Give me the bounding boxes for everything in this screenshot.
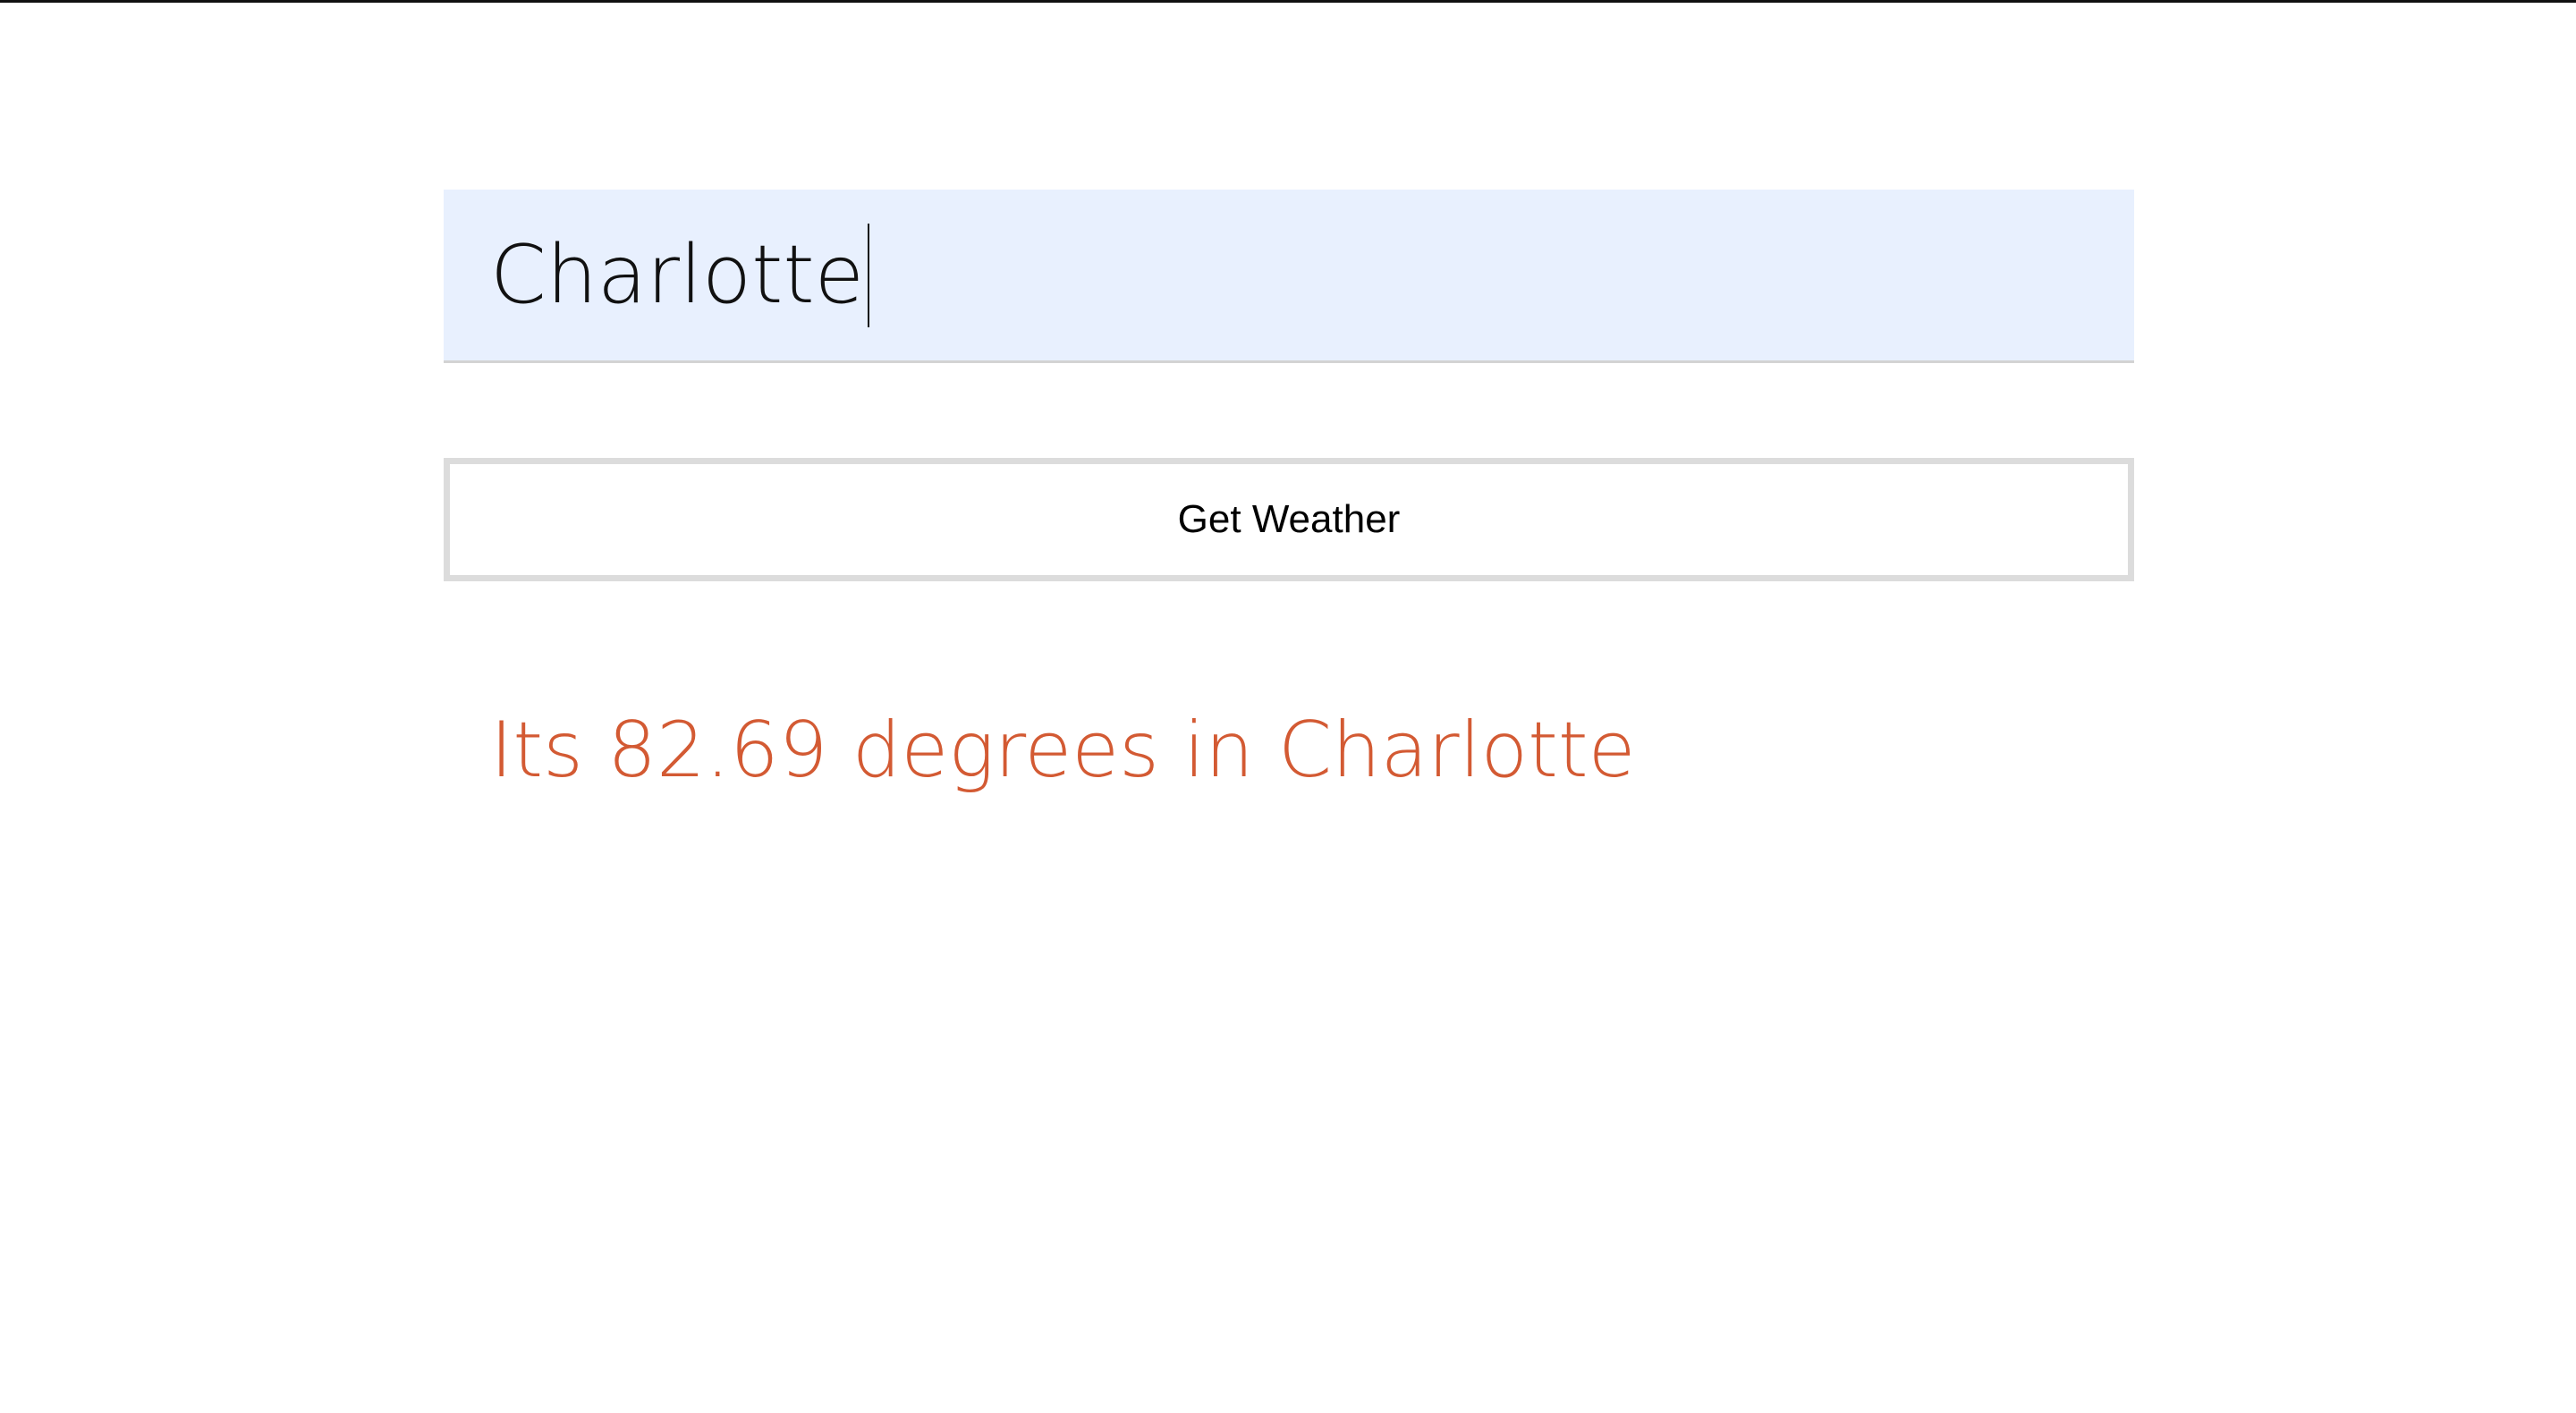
- get-weather-button-label: Get Weather: [1177, 497, 1401, 541]
- get-weather-button[interactable]: Get Weather: [444, 458, 2134, 581]
- text-cursor: [868, 223, 870, 327]
- weather-form: Charlotte Get Weather Its 82.69 degrees …: [444, 190, 2134, 797]
- city-input-value[interactable]: Charlotte: [490, 234, 864, 316]
- weather-result-message: Its 82.69 degrees in Charlotte: [490, 706, 1636, 795]
- weather-app-page: Charlotte Get Weather Its 82.69 degrees …: [0, 0, 2576, 1413]
- top-border-line: [0, 0, 2576, 3]
- city-input[interactable]: Charlotte: [444, 190, 2134, 363]
